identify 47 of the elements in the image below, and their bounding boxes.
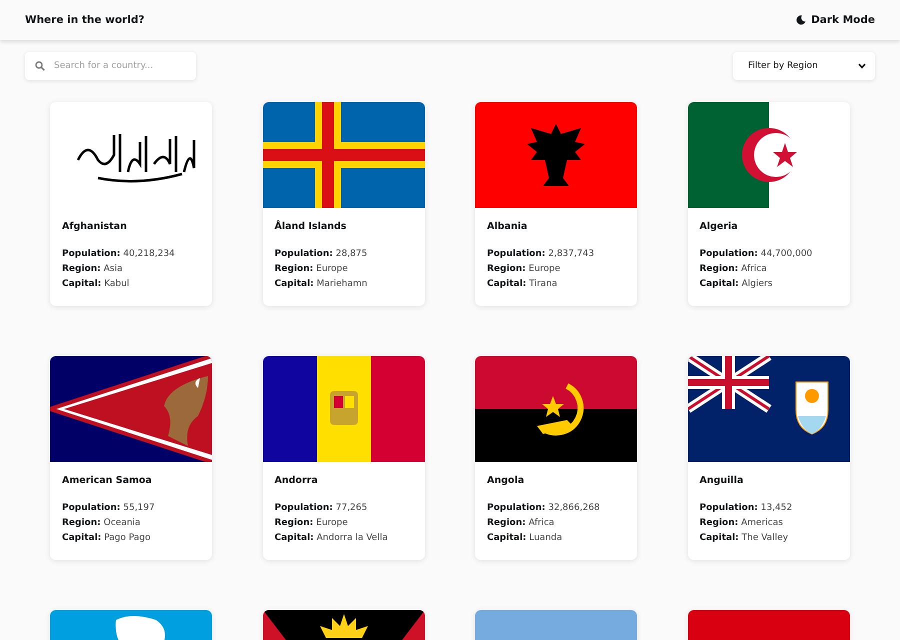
country-detail: Capital: Mariehamn bbox=[274, 278, 368, 290]
country-detail: Population: 77,265 bbox=[274, 502, 368, 514]
country-name: Afghanistan bbox=[62, 221, 128, 232]
country-detail: Population: 28,875 bbox=[274, 248, 368, 260]
region-filter-dropdown[interactable]: Filter by Region bbox=[733, 52, 875, 80]
country-card[interactable]: Angola Population: 32,866,268 Region: Africa Capital: Luanda bbox=[475, 356, 637, 560]
country-card[interactable]: Anguilla Population: 13,452 Region: Americas Capital: The Valley bbox=[688, 356, 850, 560]
app-title: Where in the world? bbox=[25, 14, 144, 26]
country-detail: Capital: The Valley bbox=[700, 532, 790, 544]
country-detail: Population: 44,700,000 bbox=[700, 248, 814, 260]
country-detail: Region: Europe bbox=[274, 517, 349, 529]
country-name: Albania bbox=[487, 221, 528, 232]
country-detail: Capital: Pago Pago bbox=[62, 532, 152, 544]
chevron-down-icon bbox=[858, 63, 866, 69]
search-icon bbox=[35, 61, 45, 71]
country-detail: Population: 2,837,743 bbox=[487, 248, 596, 260]
country-detail: Region: Europe bbox=[487, 263, 562, 275]
country-name: Algeria bbox=[700, 221, 739, 232]
country-card[interactable]: Åland Islands Population: 28,875 Region: Europe Capital: Mariehamn bbox=[262, 102, 424, 306]
search-field[interactable]: Search for a country... bbox=[25, 52, 196, 80]
country-detail: Region: Europe bbox=[274, 263, 349, 275]
country-detail: Capital: Kabul bbox=[62, 278, 130, 290]
country-card[interactable]: Andorra Population: 77,265 Region: Europe Capital: Andorra la Vella bbox=[262, 356, 424, 560]
country-card[interactable]: Algeria Population: 44,700,000 Region: Africa Capital: Algiers bbox=[688, 102, 850, 306]
country-name: Angola bbox=[487, 475, 526, 486]
country-name: American Samoa bbox=[62, 475, 153, 486]
moon-icon bbox=[796, 15, 806, 25]
dark-mode-toggle[interactable]: Dark Mode bbox=[796, 12, 875, 28]
country-name: Åland Islands bbox=[274, 221, 348, 232]
country-detail: Population: 55,197 bbox=[62, 502, 156, 514]
country-detail: Population: 32,866,268 bbox=[487, 502, 601, 514]
country-name: Andorra bbox=[274, 475, 319, 486]
country-name: Anguilla bbox=[700, 475, 744, 486]
country-detail: Population: 40,218,234 bbox=[62, 248, 176, 260]
country-detail: Capital: Algiers bbox=[700, 278, 774, 290]
country-card[interactable]: Albania Population: 2,837,743 Region: Europe Capital: Tirana bbox=[475, 102, 637, 306]
country-card[interactable]: Afghanistan Population: 40,218,234 Region: Asia Capital: Kabul bbox=[50, 102, 212, 306]
country-detail: Capital: Tirana bbox=[487, 278, 558, 290]
country-detail: Capital: Andorra la Vella bbox=[274, 532, 389, 544]
country-detail: Capital: Luanda bbox=[487, 532, 564, 544]
country-detail: Region: Asia bbox=[62, 263, 124, 275]
country-detail: Region: Africa bbox=[487, 517, 556, 529]
country-detail: Population: 13,452 bbox=[700, 502, 794, 514]
country-detail: Region: Oceania bbox=[62, 517, 142, 529]
country-detail: Region: Africa bbox=[700, 263, 768, 275]
country-card[interactable]: American Samoa Population: 55,197 Region: Oceania Capital: Pago Pago bbox=[50, 356, 212, 560]
country-detail: Region: Americas bbox=[700, 517, 784, 529]
